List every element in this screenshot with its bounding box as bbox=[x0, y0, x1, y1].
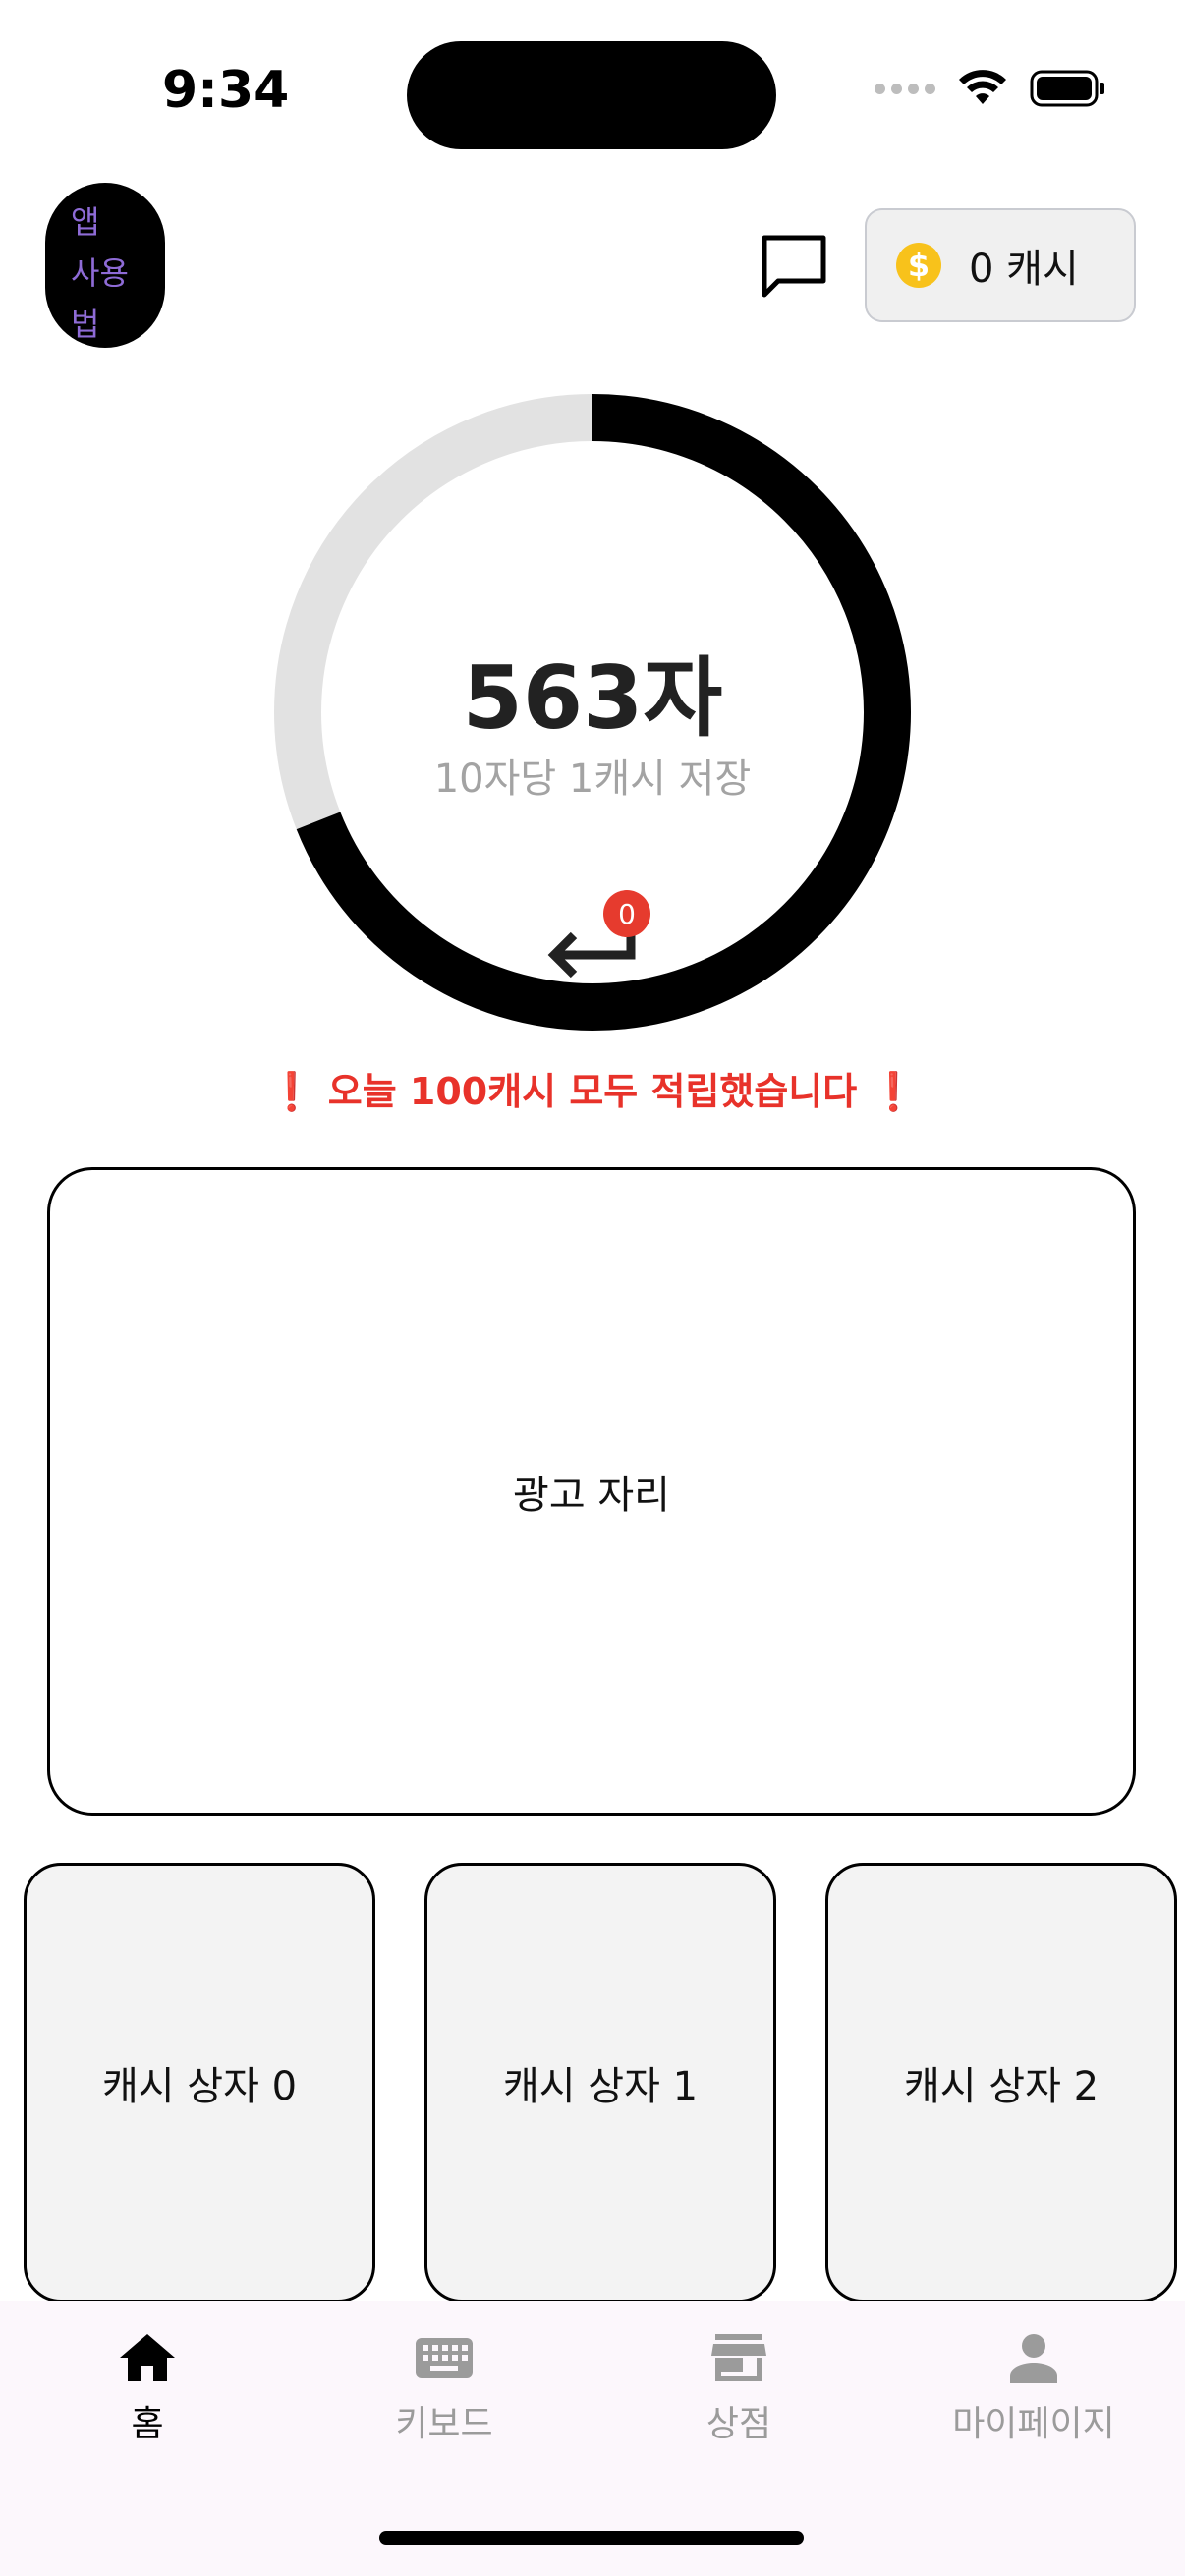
ad-placeholder-label: 광고 자리 bbox=[513, 1473, 670, 1518]
character-count: 563자 bbox=[462, 647, 723, 749]
cash-box-0[interactable]: 캐시 상자 0 bbox=[24, 1863, 375, 2303]
ad-placeholder[interactable]: 광고 자리 bbox=[47, 1167, 1136, 1816]
cash-box-label: 캐시 상자 1 bbox=[502, 2064, 699, 2109]
chat-icon[interactable] bbox=[757, 230, 831, 305]
tab-label: 홈 bbox=[131, 2404, 164, 2444]
tab-keyboard[interactable]: 키보드 bbox=[297, 2330, 592, 2446]
daily-limit-notice: ❗️ 오늘 100캐시 모두 적립했습니다 ❗️ bbox=[268, 1070, 917, 1113]
cash-box-1[interactable]: 캐시 상자 1 bbox=[424, 1863, 776, 2303]
cash-box-row: 캐시 상자 0 캐시 상자 1 캐시 상자 2 bbox=[24, 1863, 1177, 2303]
app-screen: 9:34 앱 사용 법 $ 0 캐시 563자 10자당 1캐시 저장 0 ❗️… bbox=[0, 0, 1185, 2576]
wifi-icon bbox=[959, 70, 1006, 104]
home-icon bbox=[120, 2334, 175, 2381]
tab-label: 마이페이지 bbox=[952, 2404, 1115, 2444]
coin-icon: $ bbox=[896, 243, 941, 288]
tab-store[interactable]: 상점 bbox=[592, 2330, 886, 2446]
tab-mypage[interactable]: 마이페이지 bbox=[886, 2330, 1181, 2446]
how-to-use-button[interactable]: 앱 사용 법 bbox=[45, 183, 165, 348]
status-indicators bbox=[875, 69, 1106, 108]
status-time: 9:34 bbox=[162, 61, 290, 120]
person-icon bbox=[1010, 2334, 1057, 2383]
cash-box-label: 캐시 상자 2 bbox=[903, 2064, 1100, 2109]
cash-rate-caption: 10자당 1캐시 저장 bbox=[433, 756, 752, 802]
tab-label: 키보드 bbox=[395, 2404, 493, 2444]
home-indicator bbox=[379, 2531, 804, 2545]
dynamic-island bbox=[407, 41, 776, 149]
cash-box-label: 캐시 상자 0 bbox=[101, 2064, 298, 2109]
enter-count-badge: 0 bbox=[603, 890, 650, 937]
cash-box-2[interactable]: 캐시 상자 2 bbox=[825, 1863, 1177, 2303]
store-icon bbox=[711, 2334, 766, 2381]
cellular-signal-icon bbox=[875, 83, 935, 94]
cash-balance-label: 0 캐시 bbox=[969, 247, 1079, 292]
keyboard-icon bbox=[416, 2338, 473, 2378]
battery-icon bbox=[1030, 70, 1104, 107]
cash-balance-button[interactable]: $ 0 캐시 bbox=[865, 208, 1136, 322]
tab-home[interactable]: 홈 bbox=[0, 2330, 295, 2446]
tab-label: 상점 bbox=[705, 2404, 772, 2444]
